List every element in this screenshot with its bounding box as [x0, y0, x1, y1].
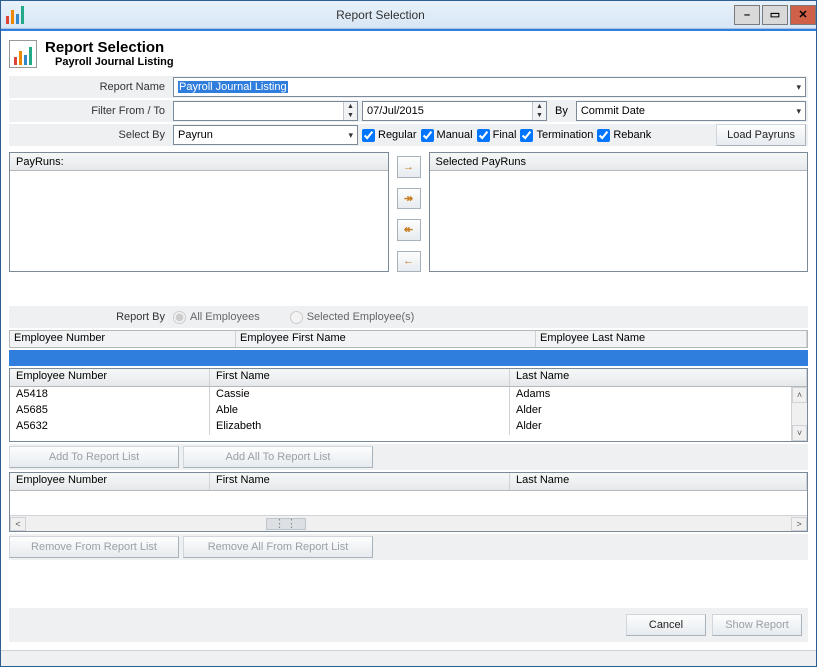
- row-filter: Filter From / To ▲▼ 07/Jul/2015 ▲▼ By Co…: [9, 100, 808, 122]
- selected-payruns-header: Selected PayRuns: [430, 153, 808, 171]
- table-row[interactable]: A5418 Cassie Adams: [10, 387, 807, 403]
- move-all-right-button[interactable]: ↠: [397, 188, 421, 210]
- row-report-by: Report By All Employees Selected Employe…: [9, 306, 808, 328]
- label-filter: Filter From / To: [9, 105, 173, 117]
- filter-col-last-name[interactable]: Employee Last Name: [536, 331, 807, 347]
- payruns-list[interactable]: PayRuns:: [9, 152, 389, 272]
- add-all-to-report-button[interactable]: Add All To Report List: [183, 446, 373, 468]
- selected-payruns-list[interactable]: Selected PayRuns: [429, 152, 809, 272]
- remove-all-from-report-button[interactable]: Remove All From Report List: [183, 536, 373, 558]
- arrow-right-icon: →: [403, 161, 414, 173]
- app-icon: [7, 7, 23, 23]
- dual-list: PayRuns: → ↠ ↞ ← Selected PayRuns: [9, 152, 808, 272]
- label-select-by: Select By: [9, 129, 173, 141]
- row-report-name: Report Name Payroll Journal Listing ▾: [9, 76, 808, 98]
- select-by-combo[interactable]: Payrun ▾: [173, 125, 358, 145]
- horizontal-scrollbar[interactable]: ˂ ⋮⋮ ˃: [10, 515, 807, 531]
- add-button-row: Add To Report List Add All To Report Lis…: [9, 444, 808, 470]
- move-right-button[interactable]: →: [397, 156, 421, 178]
- label-report-name: Report Name: [9, 81, 173, 93]
- remove-from-report-button[interactable]: Remove From Report List: [9, 536, 179, 558]
- spinner-icon[interactable]: ▲▼: [532, 102, 546, 120]
- close-button[interactable]: ✕: [790, 5, 816, 25]
- move-left-button[interactable]: ←: [397, 251, 421, 273]
- report-icon: [9, 40, 37, 68]
- chevron-down-icon: ▾: [792, 106, 801, 117]
- col-employee-number[interactable]: Employee Number: [10, 473, 210, 490]
- scroll-left-icon[interactable]: ˂: [10, 517, 26, 531]
- footer: Cancel Show Report: [9, 608, 808, 642]
- header-text: Report Selection Payroll Journal Listing: [45, 39, 174, 68]
- window-buttons: – ▭ ✕: [732, 5, 816, 25]
- double-arrow-left-icon: ↞: [404, 223, 413, 236]
- filter-to-input[interactable]: 07/Jul/2015 ▲▼: [362, 101, 547, 121]
- col-last-name[interactable]: Last Name: [510, 473, 807, 490]
- filter-col-first-name[interactable]: Employee First Name: [236, 331, 536, 347]
- label-report-by: Report By: [9, 311, 173, 323]
- scroll-down-icon[interactable]: ˅: [792, 425, 807, 441]
- check-termination[interactable]: Termination: [520, 129, 593, 142]
- arrow-left-icon: ←: [403, 255, 414, 267]
- employee-grid-body: A5418 Cassie Adams A5685 Able Alder A563…: [10, 387, 807, 441]
- check-final[interactable]: Final: [477, 129, 517, 142]
- col-first-name[interactable]: First Name: [210, 369, 510, 386]
- check-regular[interactable]: Regular: [362, 129, 417, 142]
- vertical-scrollbar[interactable]: ˄ ˅: [791, 387, 807, 441]
- window-title: Report Selection: [29, 8, 732, 22]
- mover-buttons: → ↠ ↞ ←: [395, 152, 423, 272]
- minimize-button[interactable]: –: [734, 5, 760, 25]
- page-title: Report Selection: [45, 39, 174, 56]
- window: Report Selection – ▭ ✕ Report Selection …: [0, 0, 817, 667]
- report-grid-header: Employee Number First Name Last Name: [10, 473, 807, 491]
- report-list-grid: Employee Number First Name Last Name ˂ ⋮…: [9, 472, 808, 532]
- by-combo[interactable]: Commit Date ▾: [576, 101, 806, 121]
- filter-to-value: 07/Jul/2015: [363, 102, 532, 120]
- chevron-down-icon: ▾: [792, 82, 801, 93]
- spinner-icon[interactable]: ▲▼: [343, 102, 357, 120]
- radio-all-employees[interactable]: All Employees: [173, 311, 260, 324]
- status-bar: [1, 650, 816, 666]
- col-last-name[interactable]: Last Name: [510, 369, 807, 386]
- check-rebank[interactable]: Rebank: [597, 129, 651, 142]
- load-payruns-button[interactable]: Load Payruns: [716, 124, 806, 146]
- content: Report Selection Payroll Journal Listing…: [1, 31, 816, 650]
- check-manual[interactable]: Manual: [421, 129, 473, 142]
- double-arrow-right-icon: ↠: [404, 192, 413, 205]
- filter-col-employee-number[interactable]: Employee Number: [10, 331, 236, 347]
- page-header: Report Selection Payroll Journal Listing: [9, 37, 808, 74]
- table-row[interactable]: A5632 Elizabeth Alder: [10, 419, 807, 435]
- row-select-by: Select By Payrun ▾ Regular Manual Final …: [9, 124, 808, 146]
- cancel-button[interactable]: Cancel: [626, 614, 706, 636]
- page-subtitle: Payroll Journal Listing: [45, 56, 174, 68]
- table-row[interactable]: A5685 Able Alder: [10, 403, 807, 419]
- titlebar: Report Selection – ▭ ✕: [1, 1, 816, 29]
- radio-selected-employees[interactable]: Selected Employee(s): [290, 311, 415, 324]
- move-all-left-button[interactable]: ↞: [397, 219, 421, 241]
- col-first-name[interactable]: First Name: [210, 473, 510, 490]
- filter-from-input[interactable]: ▲▼: [173, 101, 358, 121]
- report-name-value: Payroll Journal Listing: [178, 81, 288, 93]
- chevron-down-icon: ▾: [344, 130, 353, 141]
- show-report-button[interactable]: Show Report: [712, 614, 802, 636]
- remove-button-row: Remove From Report List Remove All From …: [9, 534, 808, 560]
- add-to-report-button[interactable]: Add To Report List: [9, 446, 179, 468]
- col-employee-number[interactable]: Employee Number: [10, 369, 210, 386]
- scroll-right-icon[interactable]: ˃: [791, 517, 807, 531]
- report-name-combo[interactable]: Payroll Journal Listing ▾: [173, 77, 806, 97]
- employee-grid-header: Employee Number First Name Last Name: [10, 369, 807, 387]
- filter-selection-row[interactable]: [9, 350, 808, 366]
- by-value: Commit Date: [581, 105, 645, 117]
- scroll-thumb[interactable]: ⋮⋮: [266, 518, 306, 530]
- report-grid-body: [10, 491, 807, 515]
- maximize-button[interactable]: ▭: [762, 5, 788, 25]
- employee-grid: Employee Number First Name Last Name A54…: [9, 368, 808, 442]
- payruns-header: PayRuns:: [10, 153, 388, 171]
- label-by: By: [551, 105, 572, 117]
- select-by-value: Payrun: [178, 129, 213, 141]
- filter-header: Employee Number Employee First Name Empl…: [9, 330, 808, 348]
- filter-from-value: [174, 102, 343, 120]
- scroll-up-icon[interactable]: ˄: [792, 387, 807, 403]
